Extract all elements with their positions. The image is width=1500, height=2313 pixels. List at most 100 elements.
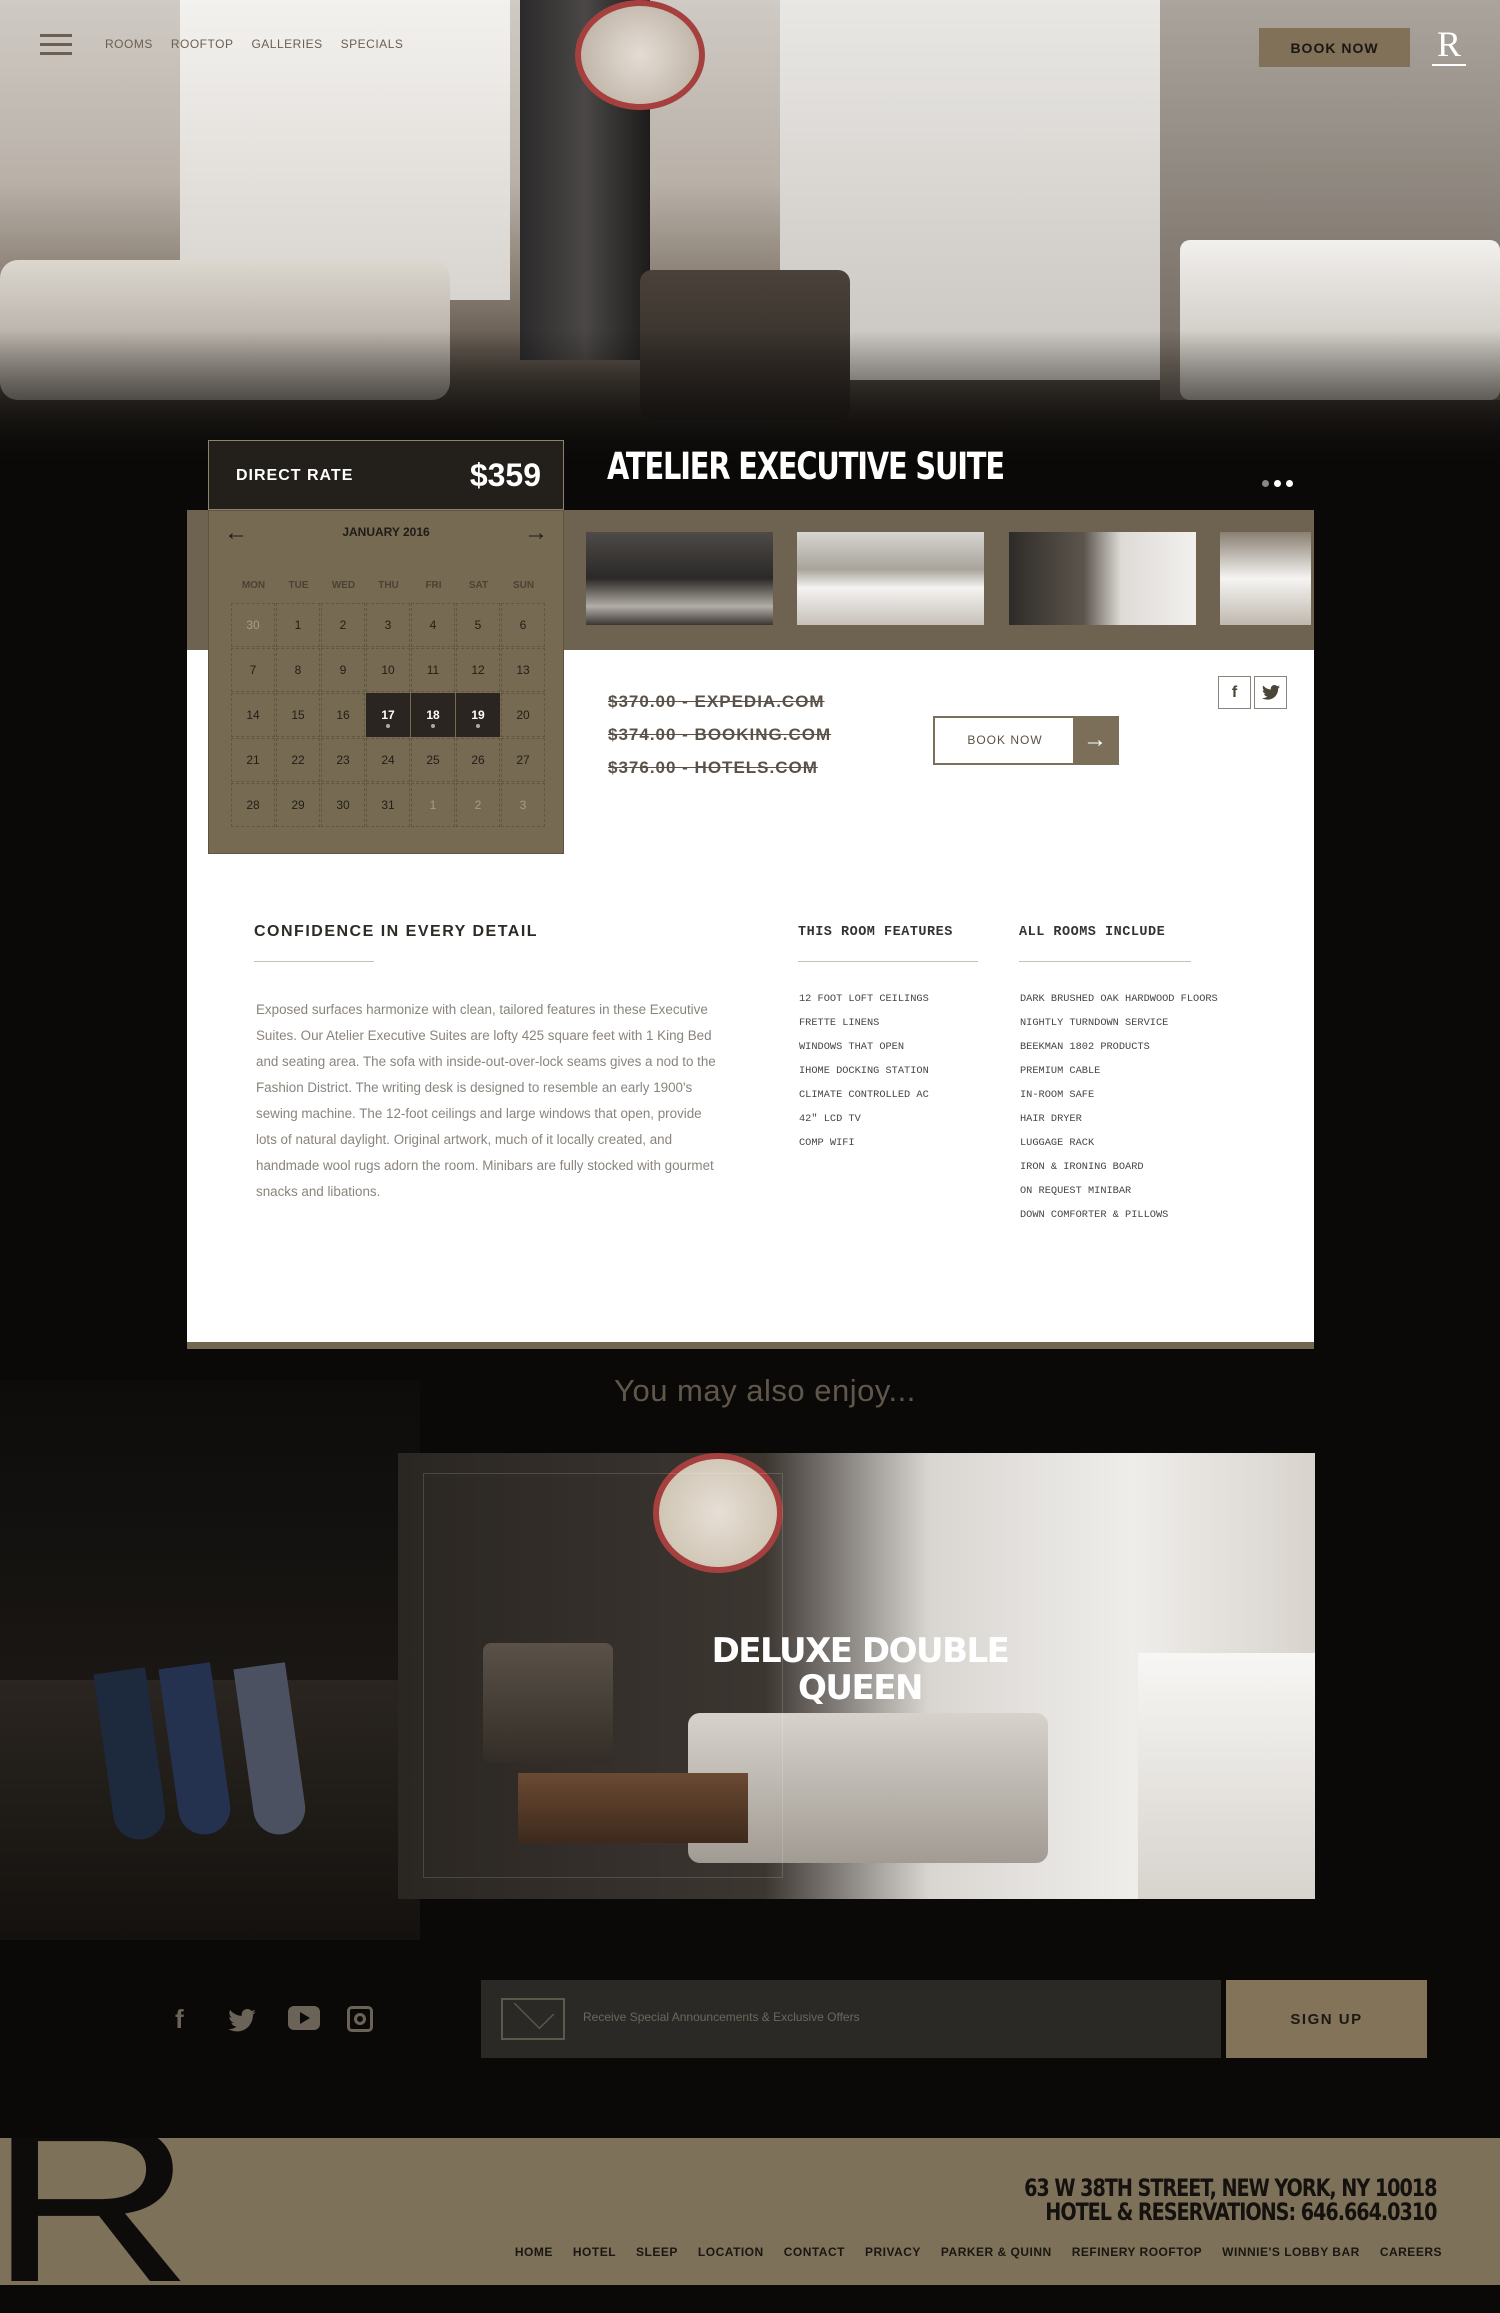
twitter-icon[interactable] xyxy=(228,2008,256,2039)
competitor-price: $370.00 - EXPEDIA.COM xyxy=(608,692,825,711)
calendar-day-selected[interactable]: 19 xyxy=(456,693,500,737)
calendar-day-selected[interactable]: 17 xyxy=(366,693,410,737)
weekday-label: TUE xyxy=(288,580,309,591)
footer-link[interactable]: PRIVACY xyxy=(865,2245,921,2259)
calendar-day[interactable]: 12 xyxy=(456,648,500,692)
footer-link[interactable]: HOME xyxy=(515,2245,553,2259)
nav-links: ROOMS ROOFTOP GALLERIES SPECIALS xyxy=(105,37,403,51)
nav-link-rooms[interactable]: ROOMS xyxy=(105,37,153,51)
room-thumbnail[interactable] xyxy=(586,532,773,625)
feature-item: IHOME DOCKING STATION xyxy=(799,1065,929,1077)
calendar-day[interactable]: 29 xyxy=(276,783,320,827)
slide-dot[interactable] xyxy=(1286,480,1293,487)
calendar-day[interactable]: 14 xyxy=(231,693,275,737)
room-thumbnail[interactable] xyxy=(1009,532,1196,625)
feature-item: COMP WIFI xyxy=(799,1137,855,1149)
slide-dot[interactable] xyxy=(1262,480,1269,487)
calendar-day[interactable]: 23 xyxy=(321,738,365,782)
feature-item: WINDOWS THAT OPEN xyxy=(799,1041,905,1053)
calendar-day[interactable]: 7 xyxy=(231,648,275,692)
calendar-day[interactable]: 31 xyxy=(366,783,410,827)
youtube-icon[interactable] xyxy=(288,2006,320,2030)
calendar-day[interactable]: 4 xyxy=(411,603,455,647)
nav-link-rooftop[interactable]: ROOFTOP xyxy=(171,37,234,51)
calendar-day[interactable]: 3 xyxy=(366,603,410,647)
competitor-price: $374.00 - BOOKING.COM xyxy=(608,725,832,744)
hotel-logo[interactable]: R xyxy=(1432,24,1466,66)
calendar-day[interactable]: 16 xyxy=(321,693,365,737)
room-thumbnail[interactable] xyxy=(797,532,984,625)
calendar-day[interactable]: 30 xyxy=(231,603,275,647)
feature-item: 42" LCD TV xyxy=(799,1113,861,1125)
footer-links: HOME HOTEL SLEEP LOCATION CONTACT PRIVACY PARK… xyxy=(515,2245,1442,2259)
facebook-icon[interactable]: f xyxy=(175,2004,184,2035)
top-navigation: ROOMS ROOFTOP GALLERIES SPECIALS BOOK NO… xyxy=(0,0,1500,80)
room-features-heading: THIS ROOM FEATURES xyxy=(798,925,953,940)
details-heading: CONFIDENCE IN EVERY DETAIL xyxy=(254,923,539,940)
weekday-label: WED xyxy=(331,580,356,591)
feature-item: IN-ROOM SAFE xyxy=(1020,1089,1095,1101)
calendar-day[interactable]: 1 xyxy=(411,783,455,827)
calendar-day-selected[interactable]: 18 xyxy=(411,693,455,737)
envelope-icon xyxy=(501,1998,565,2040)
footer-link[interactable]: CONTACT xyxy=(784,2245,845,2259)
feature-item: NIGHTLY TURNDOWN SERVICE xyxy=(1020,1017,1169,1029)
calendar-day[interactable]: 5 xyxy=(456,603,500,647)
calendar-day[interactable]: 21 xyxy=(231,738,275,782)
nav-link-galleries[interactable]: GALLERIES xyxy=(251,37,322,51)
calendar-day[interactable]: 3 xyxy=(501,783,545,827)
calendar-day[interactable]: 22 xyxy=(276,738,320,782)
footer-link[interactable]: SLEEP xyxy=(636,2245,678,2259)
facebook-share-icon[interactable]: f xyxy=(1218,676,1251,709)
calendar-day[interactable]: 8 xyxy=(276,648,320,692)
room-title: ATELIER EXECUTIVE SUITE xyxy=(607,445,1005,488)
slide-dot[interactable] xyxy=(1274,480,1281,487)
next-month-arrow-icon[interactable]: → xyxy=(524,519,548,547)
arrow-right-icon: → xyxy=(1073,718,1117,763)
calendar-day[interactable]: 26 xyxy=(456,738,500,782)
featured-room-card[interactable]: DELUXE DOUBLE QUEEN xyxy=(398,1453,1315,1899)
calendar-day[interactable]: 28 xyxy=(231,783,275,827)
room-thumbnail[interactable] xyxy=(1220,532,1311,625)
calendar-day[interactable]: 9 xyxy=(321,648,365,692)
calendar-day[interactable]: 13 xyxy=(501,648,545,692)
calendar-day[interactable]: 2 xyxy=(456,783,500,827)
weekday-label: MON xyxy=(241,580,266,591)
feature-item: CLIMATE CONTROLLED AC xyxy=(799,1089,929,1101)
calendar-day[interactable]: 15 xyxy=(276,693,320,737)
footer-link[interactable]: WINNIE'S LOBBY BAR xyxy=(1222,2245,1360,2259)
direct-rate-box: DIRECT RATE $359 xyxy=(208,440,564,510)
book-now-label: BOOK NOW xyxy=(967,733,1043,747)
hamburger-menu-icon[interactable] xyxy=(40,34,72,58)
details-description: Exposed surfaces harmonize with clean, t… xyxy=(256,1002,716,1199)
calendar-day[interactable]: 30 xyxy=(321,783,365,827)
calendar-day[interactable]: 27 xyxy=(501,738,545,782)
footer-link[interactable]: HOTEL xyxy=(573,2245,616,2259)
footer-link[interactable]: CAREERS xyxy=(1380,2245,1442,2259)
footer-logo: R xyxy=(0,2138,194,2285)
rate-price: $359 xyxy=(469,457,541,493)
calendar-day[interactable]: 6 xyxy=(501,603,545,647)
calendar-day[interactable]: 1 xyxy=(276,603,320,647)
calendar-day[interactable]: 10 xyxy=(366,648,410,692)
feature-item: HAIR DRYER xyxy=(1020,1113,1082,1125)
calendar-day[interactable]: 20 xyxy=(501,693,545,737)
twitter-share-icon[interactable] xyxy=(1254,676,1287,709)
calendar-day[interactable]: 24 xyxy=(366,738,410,782)
instagram-icon[interactable] xyxy=(347,2006,373,2032)
room-features-list: 12 FOOT LOFT CEILINGS FRETTE LINENS WINDOW… xyxy=(799,987,929,1155)
footer-link[interactable]: LOCATION xyxy=(698,2245,764,2259)
calendar-day[interactable]: 2 xyxy=(321,603,365,647)
book-now-button[interactable]: BOOK NOW → xyxy=(933,716,1119,765)
calendar-day[interactable]: 25 xyxy=(411,738,455,782)
nav-link-specials[interactable]: SPECIALS xyxy=(341,37,404,51)
newsletter-input[interactable]: Receive Special Announcements & Exclusiv… xyxy=(481,1980,1221,2058)
weekday-label: THU xyxy=(378,580,399,591)
feature-item: BEEKMAN 1802 PRODUCTS xyxy=(1020,1041,1150,1053)
book-now-header-button[interactable]: BOOK NOW xyxy=(1259,28,1410,67)
calendar-day[interactable]: 11 xyxy=(411,648,455,692)
sign-up-button[interactable]: SIGN UP xyxy=(1226,1980,1427,2058)
footer-link[interactable]: PARKER & QUINN xyxy=(941,2245,1052,2259)
footer-link[interactable]: REFINERY ROOFTOP xyxy=(1072,2245,1202,2259)
footer-address: 63 W 38TH STREET, NEW YORK, NY 10018 HOT… xyxy=(1023,2174,1437,2226)
